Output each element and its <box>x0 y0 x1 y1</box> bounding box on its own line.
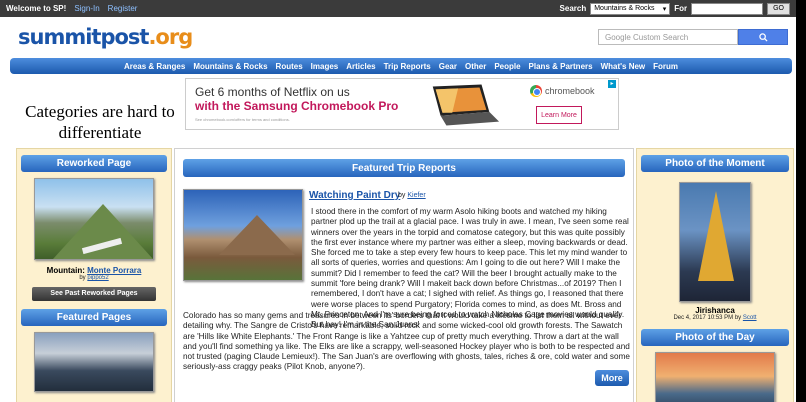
kiefer-link[interactable]: Kiefer <box>407 192 425 199</box>
laptop-image <box>432 84 500 126</box>
nav-people[interactable]: People <box>494 62 520 71</box>
summitpost-logo[interactable]: summitpost.org <box>18 25 193 49</box>
trip-report-paragraph-2: Colorado has so many gems and treasures … <box>183 311 630 372</box>
chrome-icon <box>530 85 542 97</box>
nav-mountains-rocks[interactable]: Mountains & Rocks <box>193 62 267 71</box>
scott-link[interactable]: Scott <box>743 315 757 321</box>
nav-gear[interactable]: Gear <box>439 62 457 71</box>
ad-line-1: Get 6 months of Netflix on us <box>195 85 350 99</box>
photo-of-the-moment-header: Photo of the Moment <box>641 155 789 172</box>
by-label: by <box>734 315 742 321</box>
monte-porrara-link[interactable]: Monte Porrara <box>87 266 141 275</box>
nav-forum[interactable]: Forum <box>653 62 678 71</box>
ad-line-2: with the Samsung Chromebook Pro <box>195 99 399 113</box>
watching-paint-dry-link[interactable]: Watching Paint Dry <box>309 190 400 201</box>
by-label: by <box>79 275 86 281</box>
chromebook-brand: chromebook <box>530 85 595 97</box>
right-column: Photo of the Moment Jirishanca Dec 4, 20… <box>636 148 794 402</box>
more-button[interactable]: More <box>595 370 629 386</box>
nav-articles[interactable]: Articles <box>346 62 375 71</box>
reworked-caption: Mountain: Monte Porrara <box>17 266 171 275</box>
search-category-value: Mountains & Rocks <box>594 5 655 12</box>
reworked-page-header: Reworked Page <box>21 155 167 172</box>
google-search: Google Custom Search <box>598 29 788 45</box>
chromebook-brand-text: chromebook <box>545 86 595 96</box>
google-search-input[interactable]: Google Custom Search <box>598 29 738 45</box>
photo-of-the-day-header: Photo of the Day <box>641 329 789 346</box>
nav-images[interactable]: Images <box>311 62 339 71</box>
search-icon <box>758 32 768 42</box>
learn-more-button[interactable]: Learn More <box>536 106 582 124</box>
ad-fineprint: See chromebook.com/offers for terms and … <box>195 117 290 122</box>
top-bar: Welcome to SP! Sign-In Register Search M… <box>0 0 796 17</box>
welcome-text: Welcome to SP! <box>6 4 67 13</box>
middle-column: Featured Trip Reports Watching Paint Dry… <box>174 148 634 402</box>
reworked-by: by pippo52 <box>17 275 171 281</box>
search-category-select[interactable]: Mountains & Rocks ▾ <box>590 2 671 15</box>
photo-meta: Dec 4, 2017 10:53 PM by Scott <box>637 315 793 321</box>
nav-trip-reports[interactable]: Trip Reports <box>384 62 431 71</box>
mountain-label: Mountain: <box>46 266 85 275</box>
photo-of-the-moment-image[interactable] <box>679 182 751 302</box>
reworked-page-image[interactable] <box>34 178 154 260</box>
logo-tld: .org <box>148 25 193 49</box>
go-button[interactable]: GO <box>767 2 790 15</box>
nav-areas-ranges[interactable]: Areas & Ranges <box>124 62 185 71</box>
google-search-button[interactable] <box>738 29 788 45</box>
by-label: by <box>398 192 406 199</box>
logo-main: summitpost <box>18 25 149 49</box>
ad-choices-icon[interactable]: ▸ <box>608 80 616 88</box>
for-label: For <box>674 4 688 13</box>
top-search: Search Mountains & Rocks ▾ For GO <box>559 2 790 15</box>
nav-plans-partners[interactable]: Plans & Partners <box>529 62 593 71</box>
chevron-down-icon: ▾ <box>662 5 667 13</box>
pippo52-link[interactable]: pippo52 <box>87 275 108 281</box>
nav-other[interactable]: Other <box>465 62 486 71</box>
photo-of-the-day-image[interactable] <box>655 352 775 402</box>
search-label: Search <box>559 4 587 13</box>
photo-name: Jirishanca <box>695 306 735 315</box>
main-nav: Areas & Ranges Mountains & Rocks Routes … <box>10 58 792 74</box>
featured-trip-reports-header: Featured Trip Reports <box>183 159 625 177</box>
signin-link[interactable]: Sign-In <box>74 4 99 13</box>
photo-date: Dec 4, 2017 10:53 PM <box>673 315 734 321</box>
nav-routes[interactable]: Routes <box>276 62 303 71</box>
featured-page-image[interactable] <box>34 332 154 392</box>
annotation-text: Categories are hard to differentiate <box>25 102 175 142</box>
left-column: Reworked Page Mountain: Monte Porrara by… <box>16 148 172 402</box>
top-search-input[interactable] <box>691 2 764 15</box>
featured-pages-header: Featured Pages <box>21 309 167 326</box>
advertisement-banner[interactable]: Get 6 months of Netflix on us with the S… <box>185 78 619 130</box>
nav-whats-new[interactable]: What's New <box>601 62 646 71</box>
register-link[interactable]: Register <box>108 4 138 13</box>
see-past-reworked-pages-button[interactable]: See Past Reworked Pages <box>32 287 156 301</box>
page: Welcome to SP! Sign-In Register Search M… <box>0 0 796 402</box>
trip-report-image[interactable] <box>183 189 303 281</box>
header: summitpost.org Google Custom Search <box>0 17 796 57</box>
trip-report-byline: by Kiefer <box>398 192 426 199</box>
